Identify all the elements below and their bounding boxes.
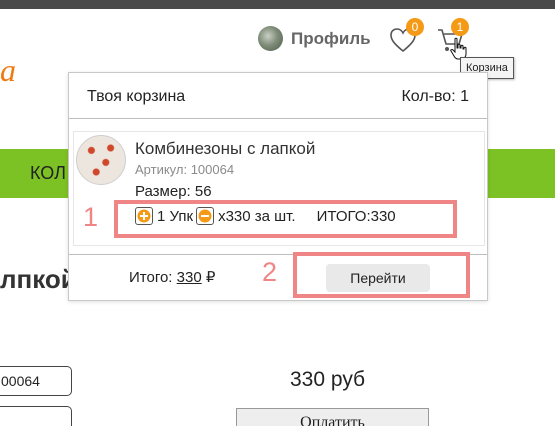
item-size: Размер: 56 — [135, 183, 212, 200]
favorites-badge: 0 — [406, 18, 424, 36]
avatar[interactable] — [258, 26, 283, 51]
cart-total: Итого: 330 ₽ — [129, 268, 215, 286]
cart-title: Твоя корзина — [87, 88, 186, 105]
annotation-number-1: 1 — [83, 202, 99, 232]
annotation-box-2 — [293, 252, 470, 298]
secondary-field[interactable] — [0, 406, 72, 426]
product-thumbnail[interactable] — [76, 135, 126, 185]
total-label: Итого: — [129, 269, 173, 286]
profile-link[interactable]: Профиль — [291, 29, 371, 49]
product-heading: лпкой — [0, 264, 77, 294]
pay-button[interactable]: Оплатить — [236, 408, 429, 426]
nav-item-catalog[interactable]: КОЛ — [30, 163, 66, 184]
cart-quantity: Кол-во: 1 — [401, 88, 469, 105]
total-value: 330 — [176, 269, 202, 286]
top-bar — [0, 0, 555, 9]
annotation-box-1 — [114, 200, 457, 238]
annotation-number-2: 2 — [262, 257, 278, 287]
article-field[interactable]: 00064 — [0, 366, 72, 396]
product-price: 330 руб — [290, 368, 366, 391]
currency-symbol: ₽ — [205, 269, 216, 286]
divider — [69, 118, 487, 119]
logo[interactable]: a — [0, 52, 16, 89]
cart-badge: 1 — [451, 18, 469, 36]
item-name[interactable]: Комбинезоны с лапкой — [135, 139, 315, 159]
item-sku: Артикул: 100064 — [135, 162, 235, 177]
